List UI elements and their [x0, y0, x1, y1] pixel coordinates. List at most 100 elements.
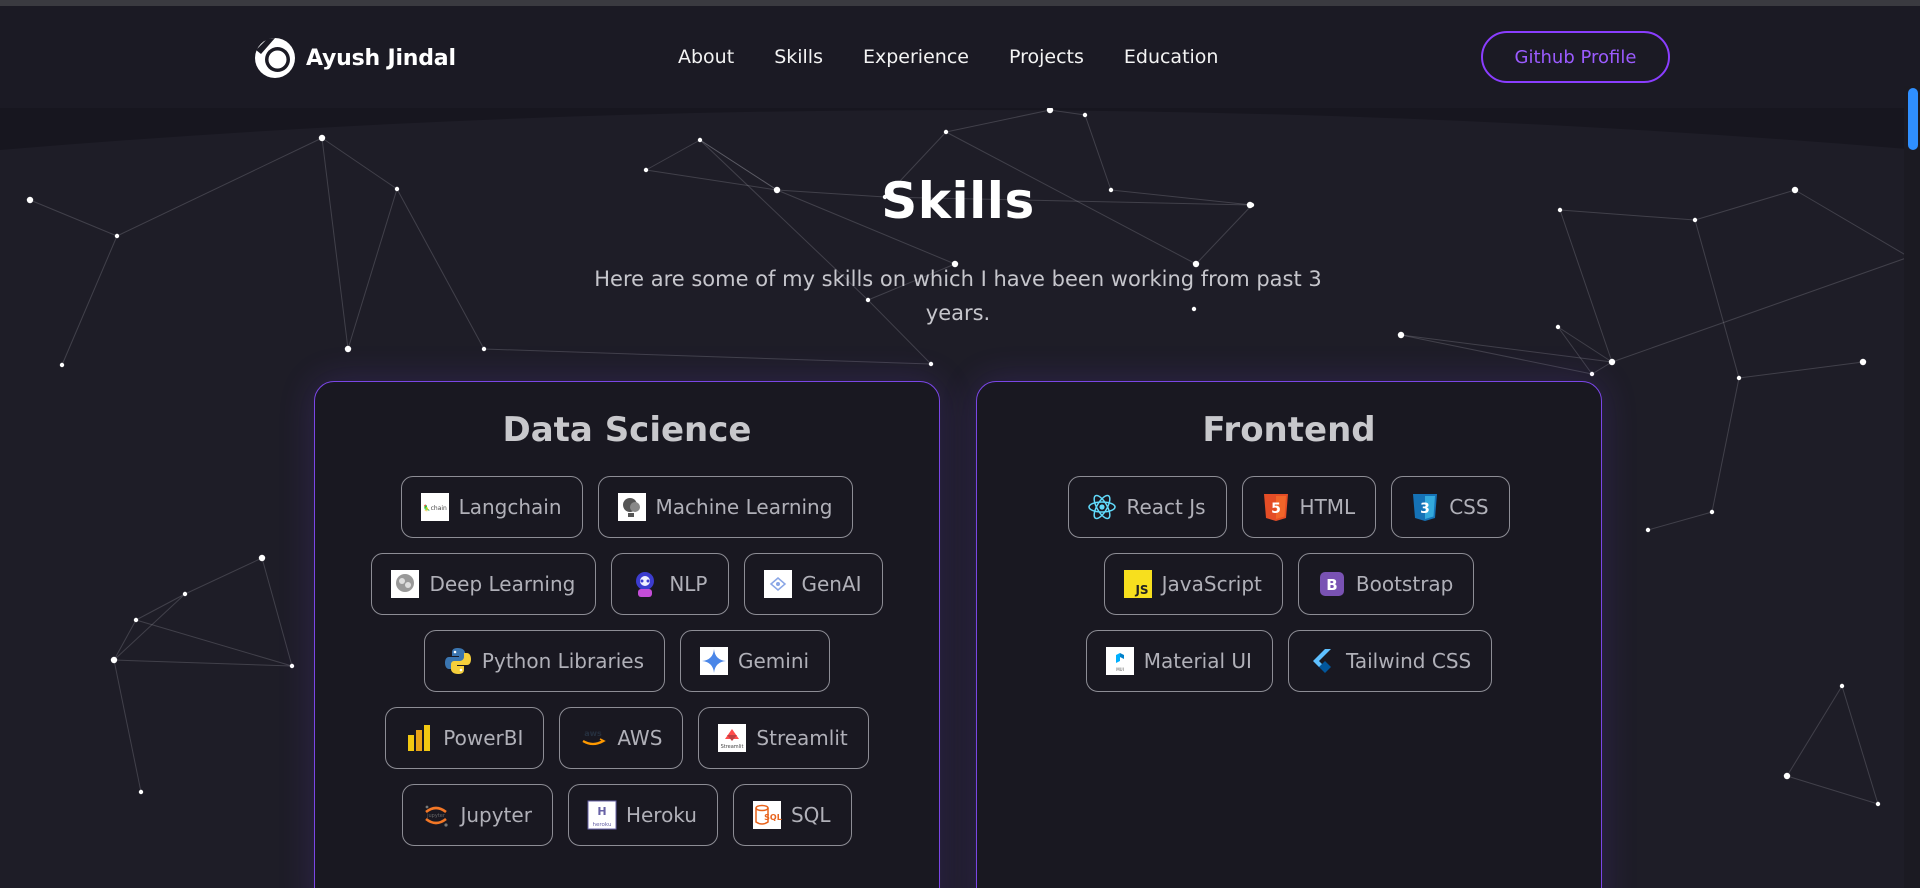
skill-chip-label: SQL [790, 803, 831, 827]
svg-text:H: H [597, 805, 606, 818]
langchain-icon: 🦜chain [420, 493, 449, 521]
brand-name: Ayush Jindal [306, 45, 456, 71]
skill-row: MUI Material UI Tailwind CSS [977, 630, 1601, 692]
nav-link-experience[interactable]: Experience [863, 46, 969, 68]
skill-chip-bootstrap[interactable]: B Bootstrap [1297, 553, 1475, 615]
skill-chip-label: GenAI [801, 572, 862, 596]
skill-chip-tailwind-css[interactable]: Tailwind CSS [1287, 630, 1493, 692]
streamlit-icon: Streamlit [718, 724, 747, 752]
skill-chip-heroku[interactable]: Hheroku Heroku [567, 784, 718, 846]
nav-links: About Skills Experience Projects Educati… [678, 46, 1258, 68]
skill-chip-material-ui[interactable]: MUI Material UI [1085, 630, 1273, 692]
skill-chip-gemini[interactable]: Gemini [679, 630, 831, 692]
nav-link-projects[interactable]: Projects [1009, 46, 1084, 68]
svg-text:SQL: SQL [764, 813, 782, 822]
github-profile-button[interactable]: Github Profile [1481, 31, 1670, 83]
react-icon [1088, 494, 1117, 520]
svg-text:B: B [1326, 576, 1337, 594]
javascript-icon: JS [1123, 570, 1152, 598]
skill-chip-label: Gemini [737, 649, 810, 673]
skill-chip-machine-learning[interactable]: Machine Learning [597, 476, 854, 538]
skill-chip-label: AWS [617, 726, 663, 750]
skill-chip-langchain[interactable]: 🦜chain Langchain [400, 476, 583, 538]
skill-chip-label: Material UI [1143, 649, 1252, 673]
tailwind-icon [1312, 649, 1331, 673]
nav-link-skills[interactable]: Skills [774, 46, 823, 68]
skill-chip-aws[interactable]: aws AWS [559, 707, 684, 769]
skill-chip-react-js[interactable]: React Js [1068, 476, 1227, 538]
skill-chip-genai[interactable]: GenAI [743, 553, 883, 615]
skill-row: PowerBI aws AWS Streamlit Streamlit [315, 707, 939, 769]
svg-text:MUI: MUI [1116, 667, 1124, 672]
skills-description: Here are some of my skills on which I ha… [594, 267, 1322, 325]
skill-chip-label: Deep Learning [429, 572, 576, 596]
scrollbar-track[interactable] [1904, 86, 1920, 888]
svg-text:JS: JS [1134, 583, 1148, 597]
card-title: Data Science [502, 410, 752, 450]
skill-chip-label: JavaScript [1161, 572, 1262, 596]
frontend-card: Frontend React Js 5 HTML 3 CSS JS JavaScript B B… [976, 381, 1602, 888]
python-icon [444, 648, 471, 674]
logo-icon [255, 38, 295, 78]
svg-text:🦜chain: 🦜chain [423, 504, 447, 512]
skill-chip-streamlit[interactable]: Streamlit Streamlit [698, 707, 869, 769]
skill-chip-label: Jupyter [460, 803, 532, 827]
skill-row: React Js 5 HTML 3 CSS [977, 476, 1601, 538]
sql-icon: SQL [752, 801, 782, 829]
svg-text:5: 5 [1271, 501, 1281, 517]
heroku-icon: Hheroku [587, 800, 617, 830]
skill-chip-label: React Js [1126, 495, 1206, 519]
skill-chip-label: CSS [1449, 495, 1489, 519]
skill-row: 🦜chain Langchain Machine Learning [315, 476, 939, 538]
html5-icon: 5 [1263, 494, 1288, 521]
skill-chip-label: HTML [1299, 495, 1356, 519]
skill-chip-list: 🦜chain Langchain Machine Learning Deep Lear… [315, 476, 939, 846]
skill-chip-deep-learning[interactable]: Deep Learning [371, 553, 597, 615]
gemini-icon [699, 647, 728, 675]
jupyter-icon: jupyter [425, 805, 449, 827]
nav-link-education[interactable]: Education [1124, 46, 1219, 68]
powerbi-icon [408, 725, 431, 751]
skill-chip-label: Bootstrap [1355, 572, 1454, 596]
svg-text:jupyter: jupyter [427, 813, 447, 819]
skill-chip-javascript[interactable]: JS JavaScript [1103, 553, 1283, 615]
genai-icon [763, 570, 792, 598]
skill-chip-nlp[interactable]: NLP [611, 553, 729, 615]
skill-chip-python-libraries[interactable]: Python Libraries [423, 630, 665, 692]
skill-row: JS JavaScript B Bootstrap [977, 553, 1601, 615]
bootstrap-icon: B [1319, 572, 1344, 596]
nav-link-about[interactable]: About [678, 46, 734, 68]
skills-title: Skills [881, 172, 1035, 230]
skill-chip-label: Tailwind CSS [1345, 649, 1472, 673]
material-ui-icon: MUI [1105, 647, 1134, 675]
skill-chip-label: NLP [669, 572, 708, 596]
skill-chip-sql[interactable]: SQL SQL [732, 784, 852, 846]
svg-text:heroku: heroku [592, 822, 611, 828]
svg-text:Streamlit: Streamlit [721, 744, 744, 750]
skill-chip-label: Streamlit [756, 726, 848, 750]
skill-chip-label: Langchain [458, 495, 562, 519]
skill-chip-powerbi[interactable]: PowerBI [385, 707, 545, 769]
machine-learning-icon [617, 493, 646, 521]
css3-icon: 3 [1413, 494, 1438, 521]
data-science-card: Data Science 🦜chain Langchain Machine Lear… [314, 381, 940, 888]
scrollbar-thumb[interactable] [1908, 88, 1918, 150]
nlp-icon [636, 572, 655, 597]
skill-chip-html[interactable]: 5 HTML [1241, 476, 1377, 538]
brand[interactable]: Ayush Jindal [253, 36, 456, 80]
svg-text:aws: aws [585, 729, 603, 738]
deep-learning-icon [391, 570, 420, 598]
svg-text:3: 3 [1420, 501, 1430, 517]
card-title: Frontend [1202, 410, 1376, 450]
skill-chip-label: Machine Learning [655, 495, 833, 519]
skill-row: Python Libraries Gemini [315, 630, 939, 692]
skill-chip-css[interactable]: 3 CSS [1391, 476, 1510, 538]
navbar: Ayush Jindal About Skills Experience Pro… [0, 6, 1920, 108]
skill-row: jupyter Jupyter Hheroku Heroku SQL SQL [315, 784, 939, 846]
skill-chip-label: PowerBI [443, 726, 524, 750]
skill-row: Deep Learning NLP GenAI [315, 553, 939, 615]
particle-network-background [26, 106, 1912, 807]
skill-chip-list: React Js 5 HTML 3 CSS JS JavaScript B Bootstrap M… [977, 476, 1601, 692]
skill-chip-label: Heroku [625, 803, 697, 827]
skill-chip-jupyter[interactable]: jupyter Jupyter [402, 784, 553, 846]
